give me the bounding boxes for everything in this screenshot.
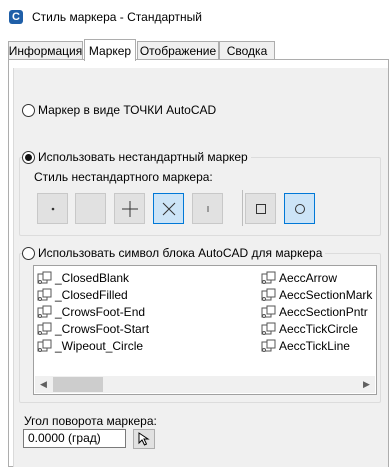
block-list[interactable]: _ClosedBlank _ClosedFilled _CrowsFoot-En… — [33, 265, 377, 395]
tick-marker-button[interactable] — [192, 193, 223, 224]
point-marker-label: Маркер в виде ТОЧКИ AutoCAD — [38, 103, 217, 117]
none-marker-icon — [81, 199, 101, 219]
block-icon — [261, 305, 276, 318]
horizontal-scrollbar[interactable]: ◀ ▶ — [35, 376, 375, 393]
dot-marker-icon — [51, 207, 54, 210]
block-icon — [37, 305, 52, 318]
block-item-aecc-arrow[interactable]: AeccArrow — [261, 271, 337, 285]
block-item-aecc-tick-circle[interactable]: AeccTickCircle — [261, 322, 358, 336]
custom-marker-label: Использовать нестандартный маркер — [38, 150, 248, 164]
square-marker-button[interactable] — [245, 193, 276, 224]
tick-marker-icon — [207, 205, 208, 212]
block-item-closed-filled[interactable]: _ClosedFilled — [37, 288, 128, 302]
cursor-pick-icon — [138, 432, 150, 446]
circle-marker-button[interactable] — [284, 193, 315, 224]
marker-button-divider — [242, 190, 243, 226]
none-marker-button[interactable] — [75, 193, 106, 224]
plus-marker-icon — [121, 200, 138, 217]
square-marker-icon — [255, 203, 266, 214]
dot-marker-button[interactable] — [37, 193, 68, 224]
circle-marker-icon — [294, 203, 305, 214]
block-icon — [37, 339, 52, 352]
block-marker-label: Использовать символ блока AutoCAD для ма… — [38, 246, 323, 260]
block-marker-radio[interactable] — [22, 246, 35, 260]
scroll-thumb[interactable] — [53, 377, 103, 392]
block-icon — [261, 339, 276, 352]
tab-marker[interactable]: Маркер — [84, 39, 136, 61]
app-icon: C — [9, 10, 23, 24]
pick-angle-button[interactable] — [133, 429, 155, 449]
rotation-angle-input[interactable]: 0.0000 (град) — [23, 429, 126, 448]
rotation-angle-label: Угол поворота маркера: — [24, 414, 157, 428]
point-marker-radio[interactable] — [22, 103, 35, 117]
block-icon — [37, 271, 52, 284]
custom-marker-radio[interactable] — [22, 150, 35, 164]
point-marker-option[interactable]: Маркер в виде ТОЧКИ AutoCAD — [22, 103, 216, 117]
block-icon — [37, 288, 52, 301]
block-marker-option[interactable]: Использовать символ блока AutoCAD для ма… — [22, 246, 326, 260]
block-item-aecc-section-pntr[interactable]: AeccSectionPntr — [261, 305, 368, 319]
custom-style-label: Стиль нестандартного маркера: — [34, 170, 213, 184]
tab-information[interactable]: Информация — [8, 41, 83, 60]
scroll-left-arrow-icon[interactable]: ◀ — [35, 376, 52, 393]
window-title: Стиль маркера - Стандартный — [32, 10, 202, 24]
block-icon — [261, 288, 276, 301]
block-item-crowsfoot-start[interactable]: _CrowsFoot-Start — [37, 322, 149, 336]
block-item-closed-blank[interactable]: _ClosedBlank — [37, 271, 129, 285]
custom-marker-option[interactable]: Использовать нестандартный маркер — [22, 150, 251, 164]
block-item-aecc-tick-line[interactable]: AeccTickLine — [261, 339, 350, 353]
x-marker-icon — [162, 202, 175, 215]
plus-marker-button[interactable] — [114, 193, 145, 224]
block-item-crowsfoot-end[interactable]: _CrowsFoot-End — [37, 305, 145, 319]
title-bar: C Стиль маркера - Стандартный — [0, 0, 392, 34]
block-item-aecc-section-mark[interactable]: AeccSectionMark — [261, 288, 372, 302]
block-icon — [261, 271, 276, 284]
scroll-right-arrow-icon[interactable]: ▶ — [358, 376, 375, 393]
x-marker-button[interactable] — [153, 193, 184, 224]
block-icon — [37, 322, 52, 335]
block-item-wipeout-circle[interactable]: _Wipeout_Circle — [37, 339, 143, 353]
tab-display[interactable]: Отображение — [137, 41, 219, 60]
tab-summary[interactable]: Сводка — [219, 41, 275, 60]
block-icon — [261, 322, 276, 335]
